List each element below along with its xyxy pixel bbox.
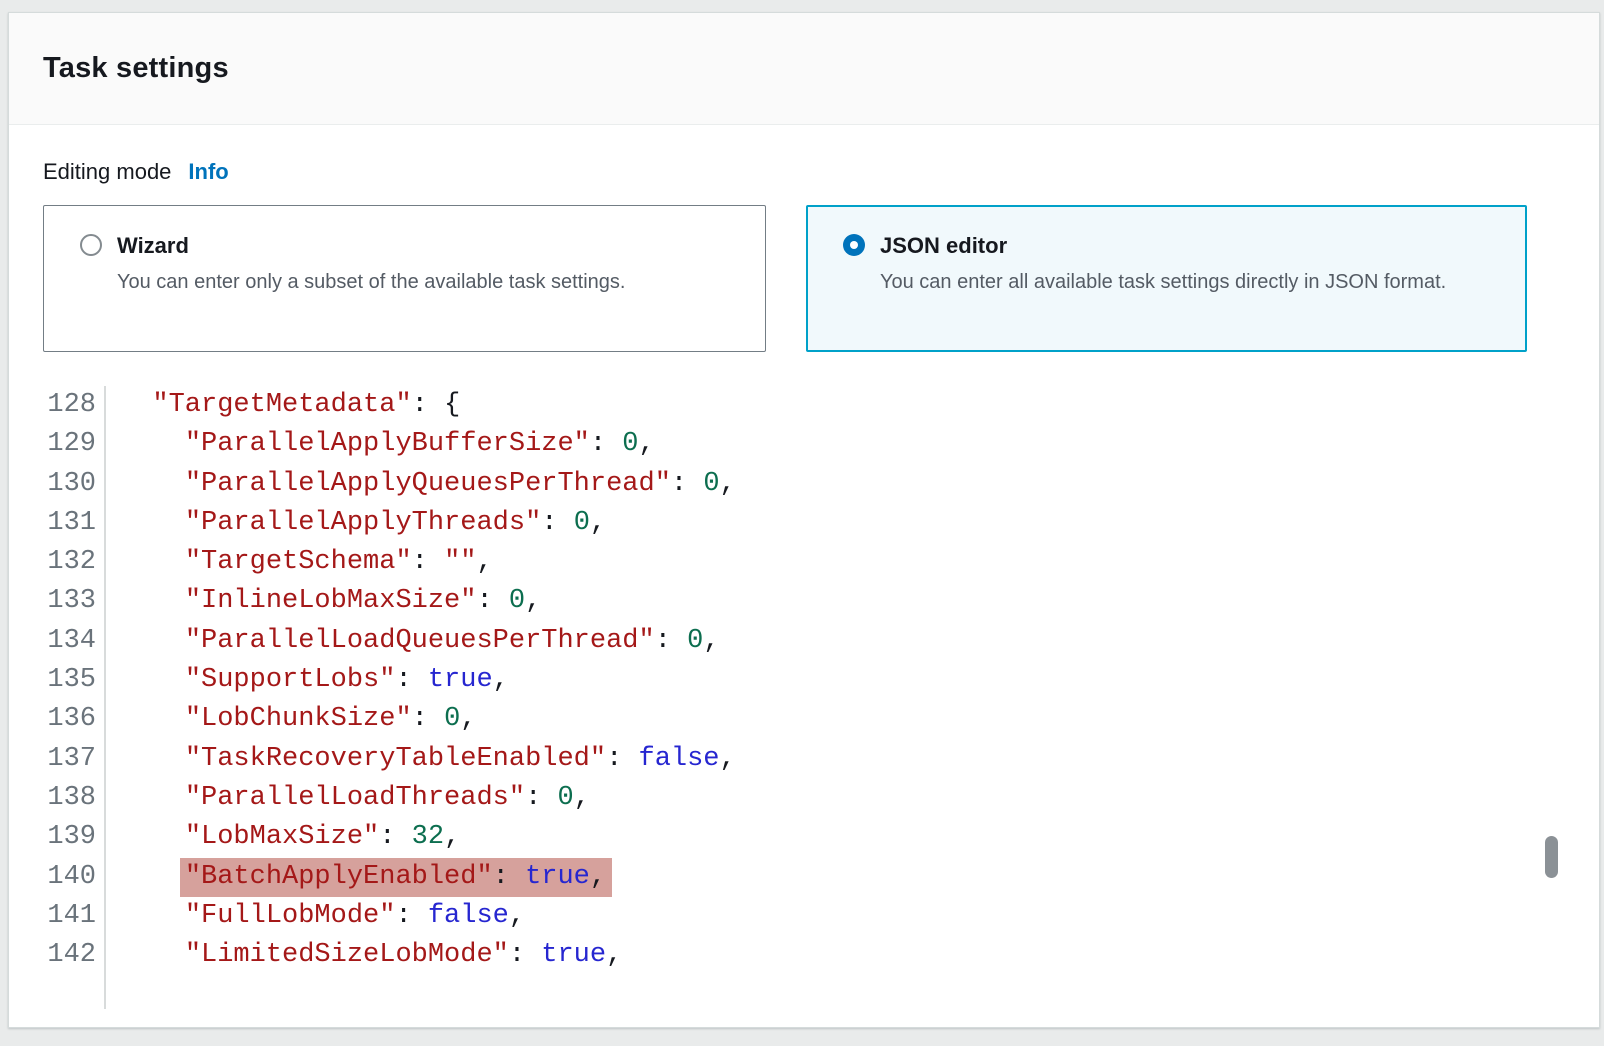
code-line[interactable]: 129 "ParallelApplyBufferSize": 0, [43,425,736,464]
code-text: "TaskRecoveryTableEnabled": false, [106,740,736,779]
json-option-description: You can enter all available task setting… [880,267,1446,297]
code-text: "SupportLobs": true, [106,661,509,700]
editing-mode-option-json-editor[interactable]: JSON editor You can enter all available … [806,205,1527,352]
line-number: 141 [43,897,106,936]
line-number: 129 [43,425,106,464]
page: Task settings Editing mode Info Wizard Y… [0,0,1604,1046]
json-editor[interactable]: 128 "TargetMetadata": {129 "ParallelAppl… [43,386,736,1009]
wizard-option-description: You can enter only a subset of the avail… [117,267,625,297]
editing-mode-row: Editing mode Info [43,159,229,185]
json-option-text: JSON editor You can enter all available … [880,231,1446,297]
code-line[interactable]: 131 "ParallelApplyThreads": 0, [43,504,736,543]
code-text: "LobMaxSize": 32, [106,818,460,857]
line-number: 136 [43,700,106,739]
code-text: "ParallelLoadQueuesPerThread": 0, [106,622,720,661]
code-line[interactable]: 134 "ParallelLoadQueuesPerThread": 0, [43,622,736,661]
info-link[interactable]: Info [188,159,228,185]
line-number: 142 [43,936,106,975]
line-number: 137 [43,740,106,779]
editing-mode-options: Wizard You can enter only a subset of th… [43,205,1527,352]
radio-selected-icon[interactable] [843,234,865,256]
code-line[interactable]: 138 "ParallelLoadThreads": 0, [43,779,736,818]
editing-mode-option-wizard[interactable]: Wizard You can enter only a subset of th… [43,205,766,352]
code-text: "InlineLobMaxSize": 0, [106,582,541,621]
code-line[interactable]: 140 "BatchApplyEnabled": true, [43,858,736,897]
wizard-option-label: Wizard [117,231,625,261]
line-number: 139 [43,818,106,857]
line-number: 131 [43,504,106,543]
code-line[interactable]: 141 "FullLobMode": false, [43,897,736,936]
code-text: "ParallelApplyBufferSize": 0, [106,425,655,464]
line-number: 130 [43,465,106,504]
radio-unselected-icon[interactable] [80,234,102,256]
json-option-label: JSON editor [880,231,1446,261]
code-text: "ParallelApplyThreads": 0, [106,504,606,543]
code-text: "ParallelApplyQueuesPerThread": 0, [106,465,736,504]
code-text: "TargetMetadata": { [106,386,460,425]
line-number: 128 [43,386,106,425]
code-text: "FullLobMode": false, [106,897,525,936]
code-line[interactable]: 135 "SupportLobs": true, [43,661,736,700]
code-line[interactable]: 142 "LimitedSizeLobMode": true, [43,936,736,975]
line-number: 134 [43,622,106,661]
page-title: Task settings [43,52,229,85]
code-text: "TargetSchema": "", [106,543,493,582]
code-line[interactable]: 132 "TargetSchema": "", [43,543,736,582]
code-text: "BatchApplyEnabled": true, [106,858,612,897]
gutter-extension [43,975,736,1009]
code-line[interactable]: 130 "ParallelApplyQueuesPerThread": 0, [43,465,736,504]
editing-mode-label: Editing mode [43,159,171,185]
highlighted-code: "BatchApplyEnabled": true, [180,858,612,897]
line-number: 138 [43,779,106,818]
code-text: "LimitedSizeLobMode": true, [106,936,622,975]
code-line[interactable]: 137 "TaskRecoveryTableEnabled": false, [43,740,736,779]
wizard-option-text: Wizard You can enter only a subset of th… [117,231,625,297]
code-text: "LobChunkSize": 0, [106,700,476,739]
line-number [43,975,106,1009]
code-text: "ParallelLoadThreads": 0, [106,779,590,818]
code-line[interactable]: 136 "LobChunkSize": 0, [43,700,736,739]
code-line[interactable]: 133 "InlineLobMaxSize": 0, [43,582,736,621]
line-number: 140 [43,858,106,897]
line-number: 135 [43,661,106,700]
panel-header: Task settings [9,13,1599,125]
editor-scrollbar-thumb[interactable] [1545,836,1558,878]
line-number: 133 [43,582,106,621]
code-line[interactable]: 128 "TargetMetadata": { [43,386,736,425]
line-number: 132 [43,543,106,582]
code-line[interactable]: 139 "LobMaxSize": 32, [43,818,736,857]
task-settings-panel: Task settings Editing mode Info Wizard Y… [8,12,1600,1028]
